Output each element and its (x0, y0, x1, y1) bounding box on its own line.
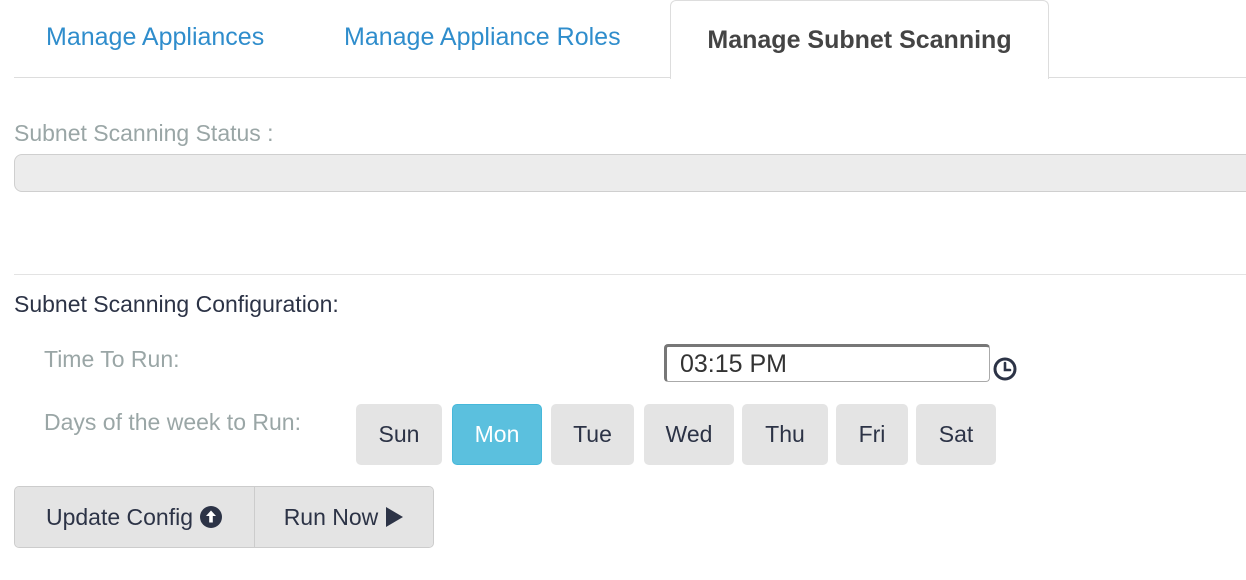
circle-arrow-up-icon (200, 505, 223, 528)
tab-manage-appliance-roles[interactable]: Manage Appliance Roles (344, 0, 621, 77)
days-of-week-label: Days of the week to Run: (44, 409, 301, 435)
time-to-run-input[interactable] (664, 344, 990, 382)
status-label: Subnet Scanning Status : (14, 120, 274, 146)
tab-bar: Manage Appliances Manage Appliance Roles… (14, 0, 1246, 79)
day-button-fri[interactable]: Fri (836, 404, 908, 465)
clock-icon[interactable] (992, 356, 1018, 382)
config-title: Subnet Scanning Configuration: (14, 291, 339, 317)
status-progress-bar (14, 154, 1246, 192)
day-button-thu[interactable]: Thu (742, 404, 828, 465)
tab-manage-appliances[interactable]: Manage Appliances (46, 0, 264, 77)
run-now-button[interactable]: Run Now (255, 487, 433, 547)
tab-manage-subnet-scanning[interactable]: Manage Subnet Scanning (670, 0, 1049, 79)
day-button-sat[interactable]: Sat (916, 404, 996, 465)
action-button-group: Update Config Run Now (14, 486, 434, 548)
day-button-mon[interactable]: Mon (452, 404, 542, 465)
day-button-wed[interactable]: Wed (644, 404, 734, 465)
section-divider (14, 274, 1246, 275)
update-config-label: Update Config (45, 504, 194, 530)
run-now-label: Run Now (283, 504, 379, 530)
update-config-button[interactable]: Update Config (15, 487, 255, 547)
play-icon (386, 506, 404, 527)
day-button-tue[interactable]: Tue (551, 404, 634, 465)
page: Manage Appliances Manage Appliance Roles… (0, 0, 1246, 580)
time-to-run-label: Time To Run: (44, 346, 180, 372)
day-button-sun[interactable]: Sun (356, 404, 442, 465)
